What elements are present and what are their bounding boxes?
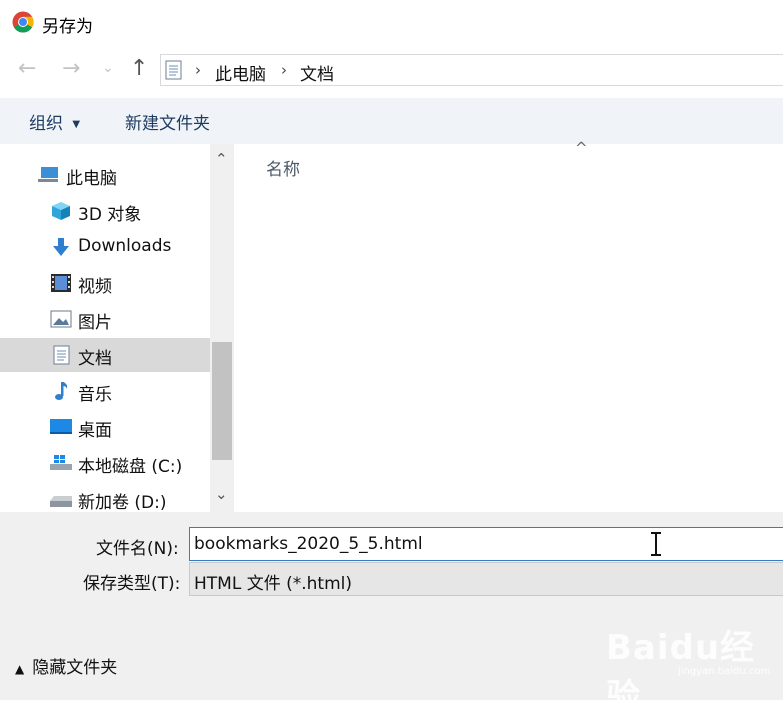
desktop-icon — [50, 419, 72, 434]
tree-item-pictures[interactable]: 图片 — [0, 302, 210, 336]
tree-label: 图片 — [78, 313, 112, 333]
tree-item-volume-d[interactable]: 新加卷 (D:) — [0, 482, 210, 512]
scroll-up-arrow-icon[interactable]: ⌃ — [215, 150, 228, 168]
organize-button[interactable]: 组织 ▼ — [29, 109, 80, 134]
tree-label: 文档 — [78, 349, 112, 369]
tree-item-this-pc[interactable]: 此电脑 — [0, 158, 210, 192]
scroll-down-arrow-icon[interactable]: ⌄ — [215, 485, 228, 503]
filetype-value: HTML 文件 (*.html) — [194, 574, 353, 594]
dropdown-caret-icon: ▼ — [72, 119, 81, 130]
text-cursor-icon — [651, 532, 661, 556]
tree-label: 本地磁盘 (C:) — [78, 457, 183, 477]
sort-ascending-caret-icon: ^ — [575, 139, 588, 157]
tree-label: 3D 对象 — [78, 205, 142, 225]
filetype-label: 保存类型(T): — [83, 574, 181, 594]
tree-item-documents[interactable]: 文档 — [0, 338, 210, 372]
drive-icon — [50, 496, 72, 507]
navigation-row: ← → ⌄ ↑ › 此电脑 › 文档 — [0, 44, 783, 98]
navigation-pane: 此电脑 3D 对象 Downloads 视频 图片 文档 音乐 桌面 本地磁盘 … — [0, 144, 234, 512]
scrollbar-thumb[interactable] — [212, 342, 232, 460]
tree-label: 桌面 — [78, 421, 112, 441]
filename-label: 文件名(N): — [96, 539, 179, 559]
tree-label: Downloads — [78, 236, 172, 256]
recent-locations-chevron-icon[interactable]: ⌄ — [102, 60, 114, 76]
tree-item-local-disk-c[interactable]: 本地磁盘 (C:) — [0, 446, 210, 480]
windows-drive-icon — [50, 455, 72, 470]
cube-3d-icon — [52, 202, 70, 220]
tree-label: 新加卷 (D:) — [78, 493, 167, 512]
window-title: 另存为 — [42, 17, 93, 37]
filename-value: bookmarks_2020_5_5.html — [194, 534, 423, 554]
tree-item-music[interactable]: 音乐 — [0, 374, 210, 408]
chrome-icon — [12, 11, 34, 33]
filename-input[interactable]: bookmarks_2020_5_5.html — [189, 527, 783, 561]
title-bar: 另存为 — [0, 0, 783, 44]
new-folder-button[interactable]: 新建文件夹 — [125, 109, 210, 134]
toolbar: 组织 ▼ 新建文件夹 — [0, 98, 783, 144]
tree-label: 此电脑 — [66, 169, 117, 189]
column-header-name[interactable]: 名称 — [266, 155, 300, 180]
address-bar[interactable]: › 此电脑 › 文档 — [160, 54, 783, 86]
breadcrumb-documents[interactable]: 文档 — [300, 60, 334, 85]
music-note-icon — [55, 382, 68, 400]
tree-item-3d-objects[interactable]: 3D 对象 — [0, 194, 210, 228]
filetype-select[interactable]: HTML 文件 (*.html) — [189, 562, 783, 596]
document-icon — [53, 345, 70, 365]
back-arrow-icon[interactable]: ← — [18, 56, 36, 81]
baidu-watermark-url: jingyan.baidu.com — [678, 666, 771, 677]
tree-label: 音乐 — [78, 385, 112, 405]
computer-icon — [38, 167, 58, 182]
tree-item-downloads[interactable]: Downloads — [0, 230, 210, 264]
forward-arrow-icon[interactable]: → — [62, 56, 80, 81]
picture-icon — [50, 310, 72, 328]
tree-item-desktop[interactable]: 桌面 — [0, 410, 210, 444]
hide-folders-label: 隐藏文件夹 — [32, 658, 118, 678]
hide-folders-button[interactable]: ▲ 隐藏文件夹 — [15, 653, 117, 678]
tree-item-videos[interactable]: 视频 — [0, 266, 210, 300]
breadcrumb-separator-icon: › — [281, 61, 287, 79]
up-arrow-icon[interactable]: ↑ — [130, 56, 148, 81]
download-arrow-icon — [53, 238, 69, 256]
tree-label: 视频 — [78, 277, 112, 297]
breadcrumb-this-pc[interactable]: 此电脑 — [215, 60, 266, 85]
document-icon — [165, 60, 182, 80]
organize-label: 组织 — [29, 114, 63, 134]
chevron-up-icon: ▲ — [15, 662, 25, 676]
breadcrumb-separator-icon: › — [195, 61, 201, 79]
film-icon — [51, 274, 71, 292]
